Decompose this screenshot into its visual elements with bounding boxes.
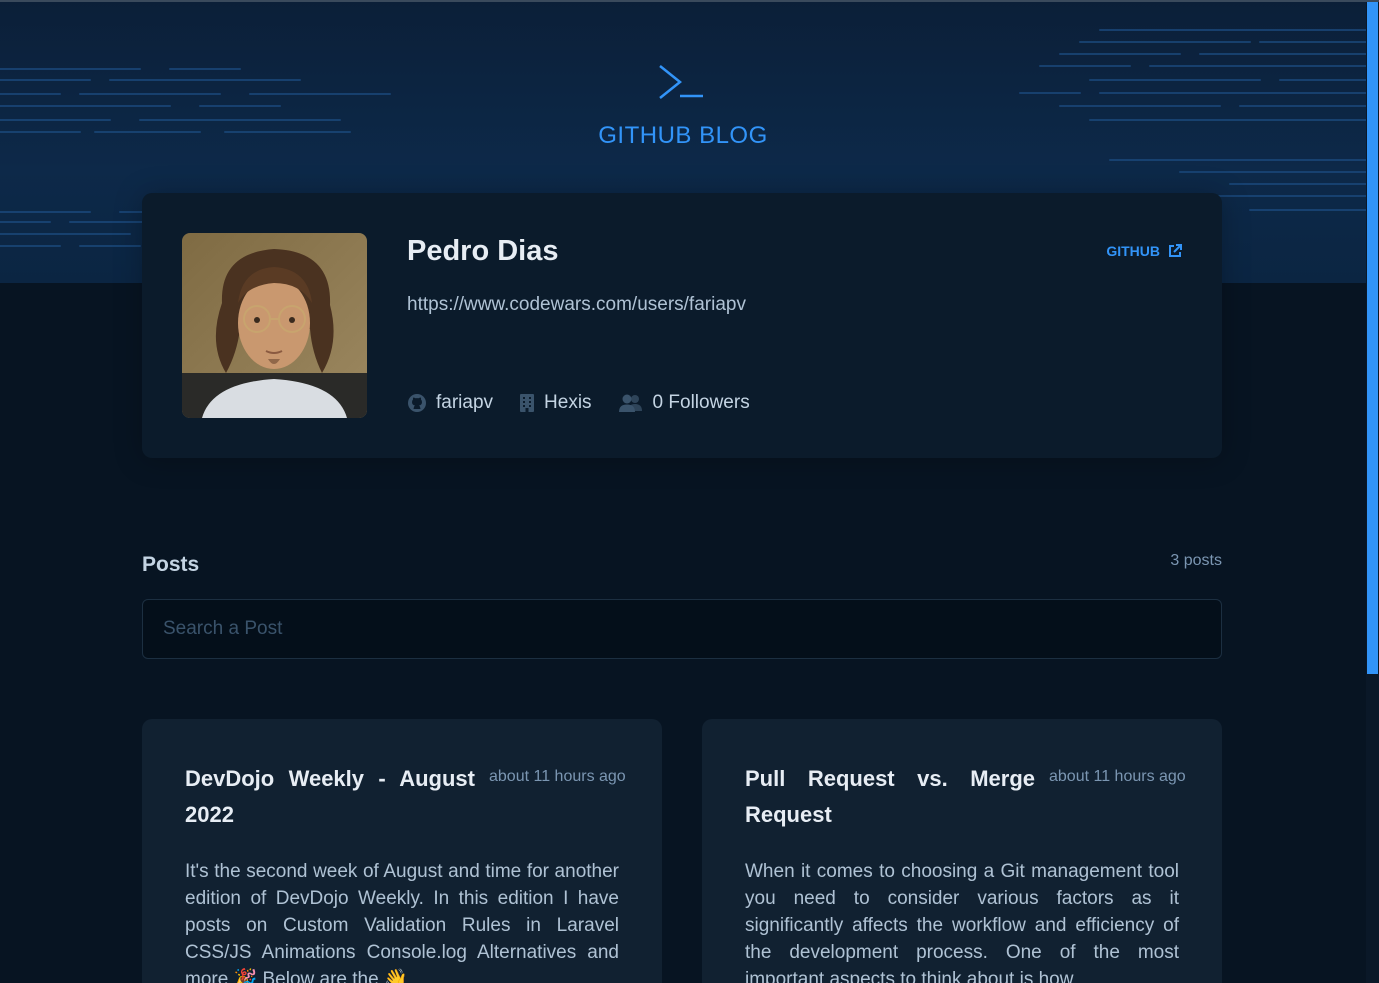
terminal-icon	[659, 65, 703, 99]
users-icon	[618, 394, 642, 412]
building-icon	[520, 394, 535, 412]
external-link-icon	[1169, 244, 1182, 257]
post-excerpt: It's the second week of August and time …	[185, 861, 619, 983]
profile-bio: https://www.codewars.com/users/fariapv	[407, 294, 746, 315]
profile-card: Pedro Dias GITHUB https://www.codewars.c…	[142, 193, 1222, 458]
profile-meta: fariapv Hexis 0 Followers	[407, 392, 750, 414]
post-excerpt: When it comes to choosing a Git manageme…	[745, 861, 1179, 983]
post-date: about 11 hours ago	[1049, 768, 1186, 785]
meta-username: fariapv	[407, 392, 493, 414]
post-card[interactable]: DevDojo Weekly - August 2022 about 11 ho…	[142, 719, 662, 983]
window-top-border	[0, 0, 1379, 2]
post-title: Pull Request vs. Merge Request	[745, 766, 1035, 827]
github-profile-link[interactable]: GITHUB	[1106, 243, 1182, 259]
search-input[interactable]	[142, 599, 1222, 659]
avatar	[182, 233, 367, 418]
meta-company: Hexis	[519, 392, 592, 414]
meta-followers: 0 Followers	[618, 392, 750, 414]
scrollbar-thumb[interactable]	[1367, 2, 1378, 674]
post-date: about 11 hours ago	[489, 768, 626, 785]
posts-count: 3 posts	[1170, 552, 1222, 569]
brand-title: GITHUB BLOG	[598, 122, 768, 149]
github-icon	[408, 394, 426, 412]
company: Hexis	[544, 392, 592, 413]
username: fariapv	[436, 392, 494, 413]
post-title: DevDojo Weekly - August 2022	[185, 766, 475, 827]
profile-name: Pedro Dias	[407, 235, 559, 267]
post-card[interactable]: Pull Request vs. Merge Request about 11 …	[702, 719, 1222, 983]
followers: 0 Followers	[652, 392, 750, 413]
posts-heading: Posts	[142, 553, 200, 576]
github-link-label: GITHUB	[1106, 243, 1160, 259]
